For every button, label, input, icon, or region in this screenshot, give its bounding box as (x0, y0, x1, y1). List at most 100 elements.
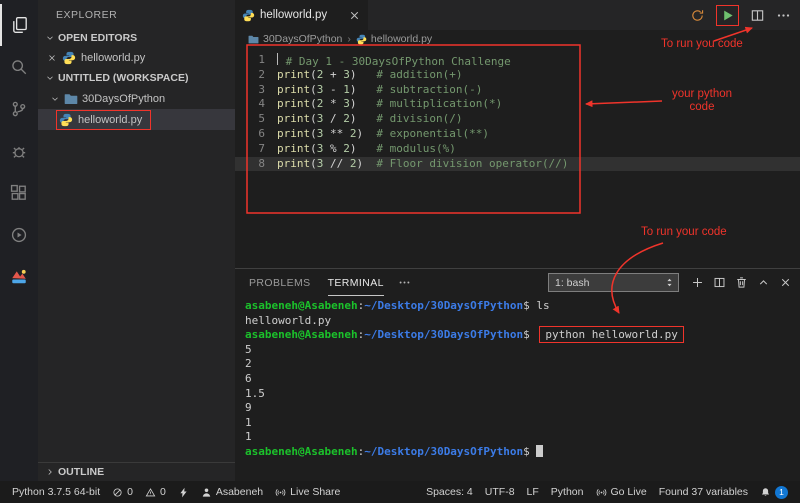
close-panel-button[interactable] (779, 276, 792, 289)
status-variables[interactable]: Found 37 variables (653, 481, 754, 503)
status-python-version[interactable]: Python 3.7.5 64-bit (6, 481, 106, 503)
editor-group: helloworld.py 30DaysOfPython › helloworld.… (235, 0, 800, 481)
close-icon[interactable] (348, 9, 361, 22)
annotation-box-file: helloworld.py (57, 111, 150, 129)
tab-helloworld[interactable]: helloworld.py (235, 0, 368, 30)
maximize-panel-button[interactable] (757, 276, 770, 289)
terminal-panel: PROBLEMS TERMINAL 1: bash asabeneh@Asaben… (235, 268, 800, 481)
breadcrumb-item[interactable]: helloworld.py (356, 33, 432, 45)
status-label: 0 (127, 486, 133, 498)
workbench: EXPLORER OPEN EDITORS helloworld.py UNTI… (0, 0, 800, 481)
broadcast-icon (596, 487, 607, 498)
more-icon[interactable] (398, 276, 411, 289)
more-actions-button[interactable] (776, 8, 791, 23)
outline-section[interactable]: OUTLINE (38, 462, 235, 481)
breadcrumb-separator: › (347, 33, 351, 45)
status-go-live[interactable]: Go Live (590, 481, 653, 503)
status-notifications[interactable]: 1 (754, 481, 794, 503)
status-indent[interactable]: Spaces: 4 (420, 481, 479, 503)
workspace-label: UNTITLED (WORKSPACE) (58, 72, 188, 84)
activity-search[interactable] (0, 46, 38, 88)
vscode-window: EXPLORER OPEN EDITORS helloworld.py UNTI… (0, 0, 800, 503)
activity-extensions[interactable] (0, 172, 38, 214)
status-label: Live Share (290, 486, 340, 498)
file-name: helloworld.py (78, 114, 142, 126)
trash-icon (735, 276, 748, 289)
open-editor-item[interactable]: helloworld.py (38, 48, 235, 68)
terminal-line: 6 (245, 372, 800, 387)
updown-icon (664, 277, 675, 288)
status-quick-fix[interactable] (172, 481, 195, 503)
play-icon (720, 8, 735, 23)
file-item-helloworld[interactable]: helloworld.py (38, 109, 235, 130)
split-terminal-button[interactable] (713, 276, 726, 289)
python-icon (62, 51, 76, 65)
close-icon[interactable] (47, 53, 57, 63)
files-icon (11, 16, 29, 34)
activity-custom-extension[interactable] (0, 256, 38, 298)
folder-name: 30DaysOfPython (82, 93, 165, 105)
status-eol[interactable]: LF (521, 481, 545, 503)
split-editor-button[interactable] (750, 8, 765, 23)
workspace-header[interactable]: UNTITLED (WORKSPACE) (38, 68, 235, 88)
panel-tabs: PROBLEMS TERMINAL (249, 269, 384, 296)
terminal-line: 5 (245, 343, 800, 358)
shell-selector[interactable]: 1: bash (548, 273, 679, 292)
warning-icon (145, 487, 156, 498)
lightning-icon (178, 487, 189, 498)
debug-icon (10, 142, 28, 160)
code-text: print(3 - 1) # subtraction(-) (277, 83, 482, 98)
terminal-line: 1 (245, 430, 800, 445)
activity-run-debug[interactable] (0, 130, 38, 172)
open-editors-header[interactable]: OPEN EDITORS (38, 28, 235, 48)
activity-explorer[interactable] (0, 4, 38, 46)
code-line: 8print(3 // 2) # Floor division operator… (235, 157, 800, 172)
python-icon (356, 34, 367, 45)
chevron-down-icon (50, 94, 60, 104)
code-text: print(3 // 2) # Floor division operator(… (277, 157, 568, 172)
status-errors[interactable]: 0 (106, 481, 139, 503)
status-encoding[interactable]: UTF-8 (479, 481, 521, 503)
activity-test[interactable] (0, 214, 38, 256)
code-line: 2print(2 + 3) # addition(+) (235, 68, 800, 83)
panel-tab-problems[interactable]: PROBLEMS (249, 269, 311, 296)
activity-source-control[interactable] (0, 88, 38, 130)
status-label: Go Live (611, 486, 647, 498)
folder-item[interactable]: 30DaysOfPython (38, 88, 235, 109)
folder-icon (248, 34, 259, 45)
status-language[interactable]: Python (545, 481, 590, 503)
restart-button[interactable] (690, 8, 705, 23)
new-terminal-button[interactable] (691, 276, 704, 289)
run-file-button[interactable] (716, 5, 739, 26)
chevron-up-icon (757, 276, 770, 289)
terminal-output[interactable]: asabeneh@Asabeneh:~/Desktop/30DaysOfPyth… (235, 296, 800, 481)
code-text: print(2 + 3) # addition(+) (277, 68, 462, 83)
code-text: print(3 % 2) # modulus(%) (277, 142, 456, 157)
status-label: Python 3.7.5 64-bit (12, 486, 100, 498)
status-live-share[interactable]: Live Share (269, 481, 346, 503)
person-icon (201, 487, 212, 498)
panel-tab-terminal[interactable]: TERMINAL (328, 269, 384, 296)
status-warnings[interactable]: 0 (139, 481, 172, 503)
chevron-right-icon (45, 467, 55, 477)
code-line: 5print(3 / 2) # division(/) (235, 112, 800, 127)
code-text: print(2 * 3) # multiplication(*) (277, 97, 502, 112)
activity-bar (0, 0, 38, 481)
more-icon (776, 8, 791, 23)
test-icon (10, 226, 28, 244)
sidebar-empty-space (38, 130, 235, 462)
open-editor-filename: helloworld.py (81, 52, 145, 64)
breadcrumb-item[interactable]: 30DaysOfPython (248, 33, 342, 45)
status-user[interactable]: Asabeneh (195, 481, 269, 503)
explorer-sidebar: EXPLORER OPEN EDITORS helloworld.py UNTI… (38, 0, 235, 481)
search-icon (10, 58, 28, 76)
terminal-line: asabeneh@Asabeneh:~/Desktop/30DaysOfPyth… (245, 328, 800, 343)
kill-terminal-button[interactable] (735, 276, 748, 289)
breadcrumb-label: 30DaysOfPython (263, 33, 342, 45)
code-text: print(3 ** 2) # exponential(**) (277, 127, 489, 142)
open-editors-label: OPEN EDITORS (58, 32, 137, 44)
line-number: 1 (235, 53, 265, 68)
terminal-line: helloworld.py (245, 314, 800, 329)
annotation-box-command: python helloworld.py (539, 326, 683, 343)
status-label: Asabeneh (216, 486, 263, 498)
